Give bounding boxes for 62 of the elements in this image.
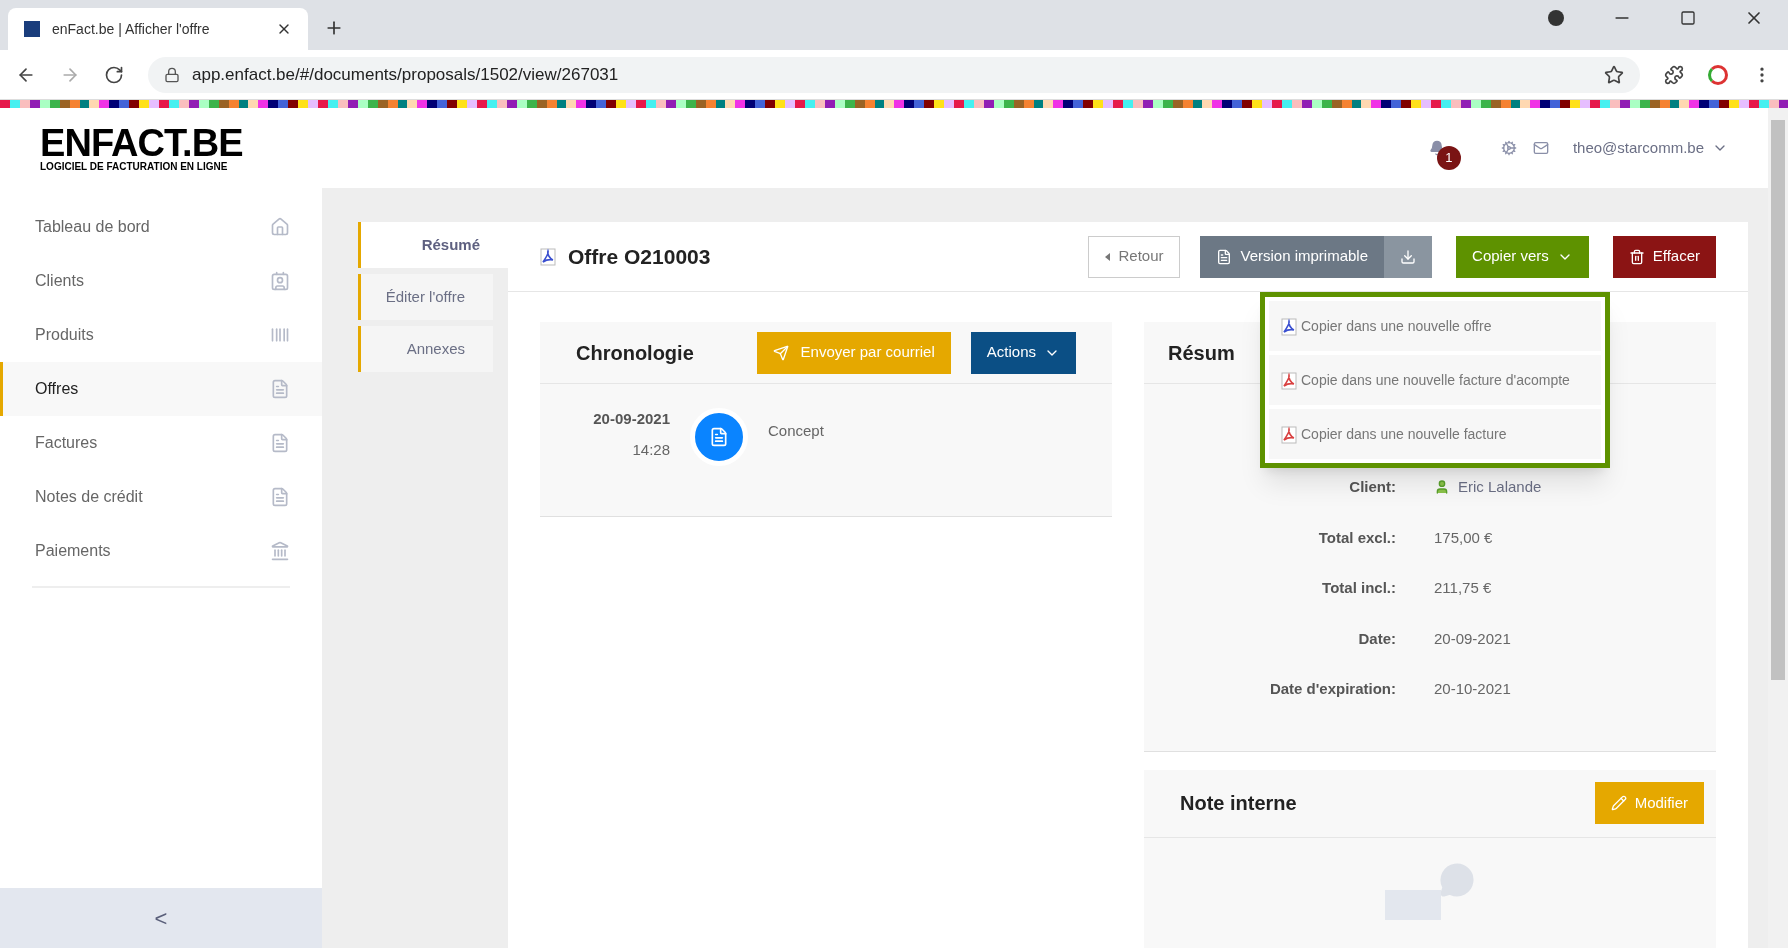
extensions-icon[interactable] — [1664, 64, 1684, 85]
entry-time: 14:28 — [632, 439, 670, 460]
address-field[interactable]: app.enfact.be/#/documents/proposals/1502/view/267031 — [148, 56, 1640, 93]
entry-date: 20-09-2021 — [593, 409, 670, 429]
settings-icon[interactable] — [1500, 140, 1517, 156]
field-label: Date: — [1357, 628, 1396, 649]
actions-button[interactable]: Actions — [970, 331, 1076, 374]
reload-icon[interactable] — [104, 64, 124, 85]
maximize-icon[interactable] — [1680, 10, 1696, 26]
browser-tab[interactable]: enFact.be | Afficher l'offre — [8, 8, 308, 50]
side-tab[interactable]: Annexes — [358, 326, 493, 372]
back-button[interactable]: Retour — [1088, 235, 1181, 278]
lock-icon — [164, 66, 180, 83]
copy-to-button[interactable]: Copier vers — [1456, 235, 1589, 278]
copy-menu-item[interactable]: Copier dans une nouvelle offre — [1269, 301, 1601, 351]
bank-icon — [270, 541, 290, 561]
document-title: Offre O210003 — [568, 243, 712, 270]
panel-title: Note interne — [1180, 791, 1298, 816]
field-label: Date d'expiration: — [1268, 679, 1396, 699]
field-label: Total incl.: — [1321, 578, 1396, 598]
print-version-button[interactable]: Version imprimable — [1200, 235, 1385, 278]
entry-status: Concept — [768, 421, 824, 441]
logo-wordmark[interactable]: ENFACT.BE — [40, 124, 243, 162]
sidebar-item[interactable]: Clients — [0, 254, 322, 308]
pencil-icon — [1610, 795, 1627, 811]
bookmark-star-icon[interactable] — [1604, 64, 1624, 85]
mail-icon[interactable] — [1532, 140, 1549, 156]
contact-card-icon — [270, 271, 290, 291]
field-value: 211,75 € — [1434, 578, 1492, 598]
sidebar-item[interactable]: Factures — [0, 416, 322, 470]
download-button[interactable] — [1384, 235, 1433, 278]
side-tab[interactable]: Résumé — [358, 222, 508, 268]
download-icon — [1400, 248, 1417, 265]
notification-badge: 1 — [1436, 146, 1461, 170]
favicon-icon — [24, 21, 40, 37]
sidebar-item[interactable]: Notes de crédit — [0, 470, 322, 524]
home-icon — [270, 217, 290, 237]
sidebar-item[interactable]: Paiements — [0, 524, 322, 578]
panel-title: Résum — [1168, 340, 1235, 366]
sidebar-item[interactable]: Produits — [0, 308, 322, 362]
field-value: 20-09-2021 — [1434, 628, 1511, 649]
paper-plane-icon — [772, 344, 789, 361]
sidebar-item[interactable]: Tableau de bord — [0, 200, 322, 254]
side-tab[interactable]: Éditer l'offre — [358, 274, 493, 320]
user-menu[interactable]: theo@starcomm.be — [1572, 136, 1728, 160]
sidebar-item[interactable]: Offres — [0, 362, 322, 416]
person-icon — [1434, 479, 1450, 496]
field-value: 175,00 € — [1434, 527, 1493, 548]
barcode-icon — [270, 325, 290, 345]
panel-title: Chronologie — [576, 340, 695, 366]
field-label: Client: — [1348, 477, 1396, 497]
copy-menu-item[interactable]: Copie dans une nouvelle facture d'acompte — [1269, 355, 1601, 405]
trash-icon — [1628, 248, 1645, 265]
field-label: Total excl.: — [1317, 527, 1396, 548]
logo-tagline: LOGICIEL DE FACTURATION EN LIGNE — [40, 162, 229, 172]
field-value: 20-10-2021 — [1434, 679, 1511, 699]
delete-button[interactable]: Effacer — [1612, 235, 1716, 278]
field-value[interactable]: Eric Lalande — [1458, 476, 1542, 499]
extension-rings-icon[interactable] — [1708, 64, 1728, 85]
caret-left-icon — [1105, 252, 1111, 261]
copy-menu-item[interactable]: Copier dans une nouvelle facture — [1269, 409, 1601, 459]
collapse-sidebar-button[interactable]: < — [0, 888, 322, 948]
